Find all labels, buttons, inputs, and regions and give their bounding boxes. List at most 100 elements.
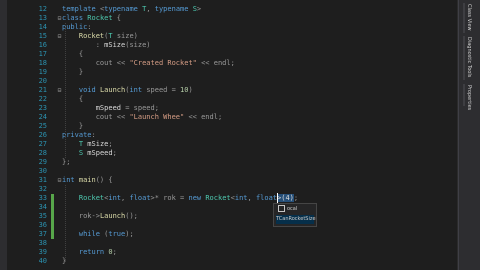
code-text[interactable]: cout << "Launch Whee" << endl; — [62, 113, 222, 122]
code-line[interactable]: 29}; — [7, 158, 458, 167]
line-number: 16 — [38, 41, 47, 49]
code-line[interactable]: 20 — [7, 77, 458, 86]
code-text[interactable]: rok->Launch(); — [62, 212, 138, 221]
code-token: () { — [95, 176, 113, 184]
code-token: }; — [62, 158, 71, 166]
side-tool-panel: Class View Diagnostic Tools Properties — [458, 0, 480, 270]
change-marker — [51, 239, 54, 248]
change-marker — [51, 77, 54, 86]
code-text[interactable]: private: — [62, 131, 96, 140]
line-number: 35 — [38, 212, 47, 220]
code-line[interactable]: 25 } — [7, 122, 458, 131]
change-marker — [51, 95, 54, 104]
code-token: float — [255, 194, 278, 202]
line-number: 38 — [38, 239, 47, 247]
code-line[interactable]: 27 T mSize; — [7, 140, 458, 149]
code-token: ; — [293, 194, 299, 202]
code-text[interactable]: T mSize; — [62, 140, 113, 149]
code-line[interactable]: 16 : mSize(size) — [7, 41, 458, 50]
intellisense-popup[interactable]: ocal TCanRocketSize — [273, 203, 317, 227]
code-line[interactable]: 19 } — [7, 68, 458, 77]
code-line[interactable]: 37 while (true); — [7, 230, 458, 239]
line-number: 27 — [38, 140, 47, 148]
code-token: while — [62, 230, 105, 238]
change-marker — [51, 203, 54, 212]
change-marker — [51, 212, 54, 221]
code-text[interactable]: Rocket(T size) — [62, 32, 138, 41]
code-line[interactable]: 39 return 0; — [7, 248, 458, 257]
code-token: ; — [112, 149, 117, 157]
change-marker — [51, 5, 54, 14]
line-number: 28 — [38, 149, 47, 157]
code-token: >(4) — [277, 194, 294, 202]
code-text[interactable]: class Rocket { — [62, 14, 121, 23]
code-line[interactable]: 30 — [7, 167, 458, 176]
line-number: 40 — [38, 257, 47, 265]
code-token: Rocket — [62, 194, 105, 202]
line-number: 18 — [38, 59, 47, 67]
code-token: ; — [108, 140, 113, 148]
line-number: 24 — [38, 113, 47, 121]
code-text[interactable]: while (true); — [62, 230, 134, 239]
line-number: 19 — [38, 68, 47, 76]
line-number: 23 — [38, 104, 47, 112]
code-token: Launch — [99, 86, 126, 94]
code-editor[interactable]: 12 template <typename T, typename S> 13 ⊟ cl… — [7, 0, 458, 270]
code-line[interactable]: 13 ⊟ class Rocket { — [7, 14, 458, 23]
suggestion-label: TCanRocketSize — [276, 216, 316, 222]
tab-class-view[interactable]: Class View — [466, 4, 472, 31]
suggestion-item[interactable]: ocal — [276, 205, 314, 214]
code-text[interactable]: return 0; — [62, 248, 117, 257]
change-marker — [51, 221, 54, 230]
code-text[interactable]: : mSize(size) — [62, 41, 151, 50]
code-line[interactable]: 36 — [7, 221, 458, 230]
code-token: ); — [125, 230, 134, 238]
code-line[interactable]: 23 mSpeed = speed; — [7, 104, 458, 113]
code-token: void — [62, 86, 100, 94]
code-text[interactable]: mSpeed = speed; — [62, 104, 159, 113]
code-line[interactable]: 35 rok->Launch(); — [7, 212, 458, 221]
code-text[interactable]: void Launch(int speed = 10) — [62, 86, 193, 95]
code-line[interactable]: 33 Rocket<int, float>* rok = new Rocket<… — [7, 194, 458, 203]
code-text[interactable]: public: — [62, 23, 92, 32]
suggestion-item-selected[interactable]: TCanRocketSize — [276, 215, 316, 224]
code-token: , — [247, 194, 256, 202]
indent-guide — [65, 23, 66, 158]
code-line[interactable]: 28 S mSpeed; — [7, 149, 458, 158]
tab-properties[interactable]: Properties — [466, 85, 472, 110]
code-line[interactable]: 40} — [7, 257, 458, 266]
code-line[interactable]: 24 cout << "Launch Whee" << endl; — [7, 113, 458, 122]
code-line[interactable]: 17 { — [7, 50, 458, 59]
code-token: mSpeed — [87, 149, 113, 157]
code-text[interactable]: cout << "Created Rocket" << endl; — [62, 59, 235, 68]
code-text[interactable]: template <typename T, typename S> — [62, 5, 201, 14]
code-token: Launch — [99, 212, 126, 220]
change-marker — [51, 59, 54, 68]
change-marker — [51, 230, 54, 239]
change-marker — [51, 158, 54, 167]
tab-diagnostic-tools[interactable]: Diagnostic Tools — [466, 37, 472, 77]
code-line[interactable]: 22 { — [7, 95, 458, 104]
line-number: 17 — [38, 50, 47, 58]
code-token: (); — [125, 212, 138, 220]
change-marker — [51, 41, 54, 50]
code-line[interactable]: 34 — [7, 203, 458, 212]
change-marker — [51, 248, 54, 257]
line-number: 37 — [38, 230, 47, 238]
code-line[interactable]: 12 template <typename T, typename S> — [7, 5, 458, 14]
code-line[interactable]: 38 — [7, 239, 458, 248]
code-line[interactable]: 31 ⊟ int main() { — [7, 176, 458, 185]
code-text[interactable]: Rocket<int, float>* rok = new Rocket<int… — [62, 194, 298, 203]
code-token: > — [196, 5, 202, 13]
change-marker — [51, 104, 54, 113]
code-text[interactable]: S mSpeed; — [62, 149, 117, 158]
code-line[interactable]: 26 private: — [7, 131, 458, 140]
code-line[interactable]: 32 — [7, 185, 458, 194]
code-line[interactable]: 21 ⊟ void Launch(int speed = 10) — [7, 86, 458, 95]
code-text[interactable]: int main() { — [62, 176, 113, 185]
code-text[interactable]: }; — [62, 158, 70, 167]
change-marker — [51, 32, 54, 41]
code-line[interactable]: 15 ⊟ Rocket(T size) — [7, 32, 458, 41]
code-line[interactable]: 14 public: — [7, 23, 458, 32]
code-line[interactable]: 18 cout << "Created Rocket" << endl; — [7, 59, 458, 68]
